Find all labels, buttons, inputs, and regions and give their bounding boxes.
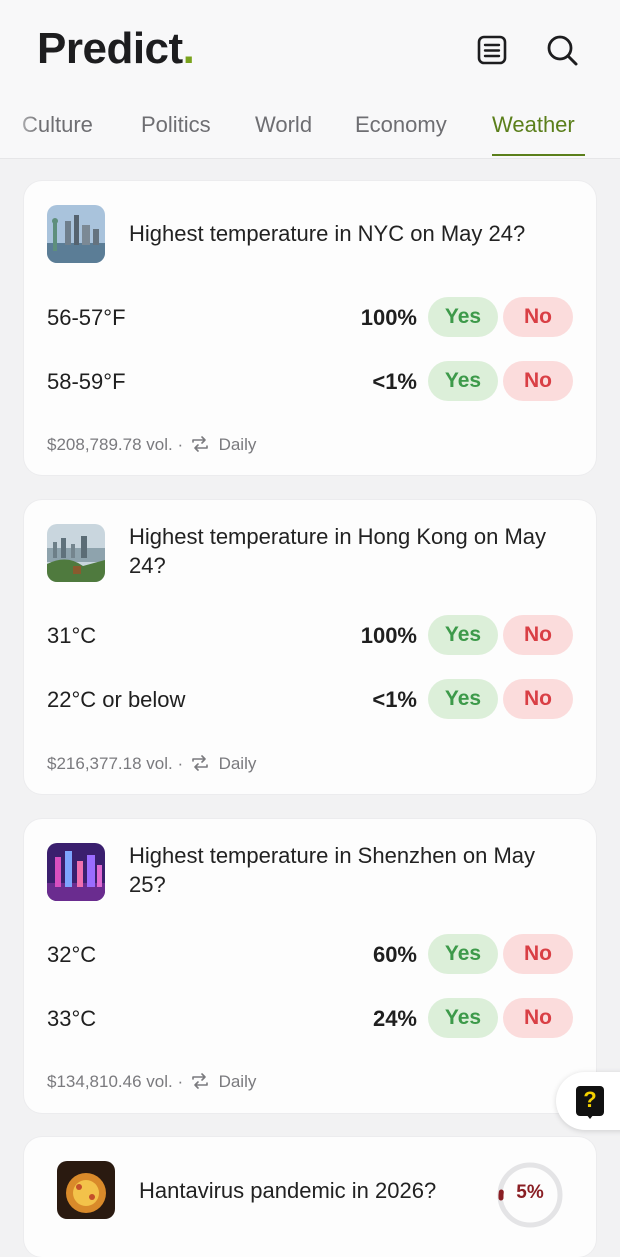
outcome-probability: 100% bbox=[360, 623, 417, 648]
outcome-label: 32°C bbox=[47, 942, 97, 967]
volume-text: $134,810.46 vol. bbox=[47, 1072, 173, 1091]
no-button[interactable]: No bbox=[503, 361, 573, 401]
outcome-row: 22°C or below <1% Yes No bbox=[47, 679, 573, 721]
tab-economy[interactable]: Economy bbox=[355, 112, 447, 138]
no-button[interactable]: No bbox=[503, 998, 573, 1038]
volume-text: $208,789.78 vol. bbox=[47, 435, 173, 454]
outcome-probability: <1% bbox=[372, 369, 417, 394]
tab-weather[interactable]: Weather bbox=[492, 112, 575, 138]
repeat-icon bbox=[190, 1072, 210, 1095]
repeat-icon bbox=[190, 435, 210, 458]
yes-button[interactable]: Yes bbox=[428, 361, 498, 401]
outcome-label: 22°C or below bbox=[47, 687, 186, 712]
no-button[interactable]: No bbox=[503, 934, 573, 974]
market-meta: $134,810.46 vol. · Daily bbox=[47, 1072, 256, 1095]
separator-dot: · bbox=[177, 754, 188, 773]
market-title[interactable]: Highest temperature in Shenzhen on May 2… bbox=[129, 841, 572, 899]
market-card-hong-kong[interactable]: Highest temperature in Hong Kong on May … bbox=[24, 500, 596, 794]
market-title[interactable]: Highest temperature in Hong Kong on May … bbox=[129, 522, 572, 580]
help-icon-tail bbox=[586, 1114, 594, 1119]
yes-button[interactable]: Yes bbox=[428, 998, 498, 1038]
outcome-probability: <1% bbox=[372, 687, 417, 712]
chance-gauge: 5% bbox=[495, 1160, 565, 1230]
help-button[interactable]: ? bbox=[556, 1072, 620, 1130]
outcome-row: 33°C 24% Yes No bbox=[47, 998, 573, 1040]
chance-percent: 5% bbox=[516, 1182, 544, 1203]
volume-text: $216,377.18 vol. bbox=[47, 754, 173, 773]
repeat-icon bbox=[190, 754, 210, 777]
outcome-probability: 100% bbox=[360, 305, 417, 330]
market-meta: $216,377.18 vol. · Daily bbox=[47, 754, 256, 777]
category-tabs: Culture Politics World Economy Weather bbox=[0, 100, 620, 158]
outcome-probability: 24% bbox=[372, 1006, 417, 1031]
frequency-text: Daily bbox=[218, 435, 257, 454]
outcome-row: 32°C 60% Yes No bbox=[47, 934, 573, 976]
tab-world[interactable]: World bbox=[255, 112, 312, 138]
outcome-row: 31°C 100% Yes No bbox=[47, 615, 573, 657]
outcome-label: 58-59°F bbox=[47, 369, 126, 394]
frequency-text: Daily bbox=[218, 754, 257, 773]
help-icon-glyph: ? bbox=[583, 1087, 597, 1112]
tab-politics[interactable]: Politics bbox=[141, 112, 211, 138]
separator-dot: · bbox=[177, 435, 188, 454]
frequency-text: Daily bbox=[218, 1072, 257, 1091]
yes-button[interactable]: Yes bbox=[428, 679, 498, 719]
help-icon: ? bbox=[576, 1086, 604, 1119]
market-thumbnail-nyc bbox=[47, 205, 105, 263]
list-icon[interactable] bbox=[474, 32, 510, 68]
outcome-label: 31°C bbox=[47, 623, 97, 648]
market-meta: $208,789.78 vol. · Daily bbox=[47, 435, 256, 458]
outcome-probability: 60% bbox=[372, 942, 417, 967]
no-button[interactable]: No bbox=[503, 297, 573, 337]
market-thumbnail-hong-kong bbox=[47, 524, 105, 582]
market-thumbnail-shenzhen bbox=[47, 843, 105, 901]
outcome-label: 56-57°F bbox=[47, 305, 126, 330]
market-card-nyc[interactable]: Highest temperature in NYC on May 24? 56… bbox=[24, 181, 596, 475]
market-thumbnail-hantavirus bbox=[57, 1161, 115, 1219]
logo-dot: . bbox=[182, 24, 195, 73]
no-button[interactable]: No bbox=[503, 615, 573, 655]
search-icon[interactable] bbox=[544, 32, 580, 68]
outcome-row: 58-59°F <1% Yes No bbox=[47, 361, 573, 403]
yes-button[interactable]: Yes bbox=[428, 615, 498, 655]
tabs-fade bbox=[0, 100, 40, 158]
active-tab-indicator bbox=[492, 154, 585, 156]
outcome-row: 56-57°F 100% Yes No bbox=[47, 297, 573, 339]
yes-button[interactable]: Yes bbox=[428, 297, 498, 337]
outcome-label: 33°C bbox=[47, 1006, 97, 1031]
yes-button[interactable]: Yes bbox=[428, 934, 498, 974]
no-button[interactable]: No bbox=[503, 679, 573, 719]
market-title[interactable]: Highest temperature in NYC on May 24? bbox=[129, 219, 572, 248]
logo-text: Predict bbox=[37, 24, 183, 73]
market-card-shenzhen[interactable]: Highest temperature in Shenzhen on May 2… bbox=[24, 819, 596, 1113]
market-title[interactable]: Hantavirus pandemic in 2026? bbox=[139, 1176, 476, 1205]
separator-dot: · bbox=[177, 1072, 188, 1091]
app-logo[interactable]: Predict. bbox=[37, 24, 195, 74]
